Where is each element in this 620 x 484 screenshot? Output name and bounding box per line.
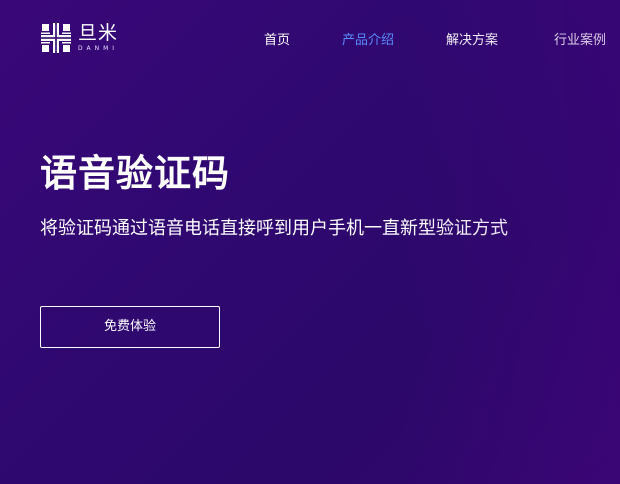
site-header: 旦米 DANMI 首页 产品介绍 解决方案 行业案例 <box>0 0 620 78</box>
free-trial-button[interactable]: 免费体验 <box>40 306 220 348</box>
hero-subtitle: 将验证码通过语音电话直接呼到用户手机一直新型验证方式 <box>40 218 508 239</box>
nav-item-cases[interactable]: 行业案例 <box>554 32 606 50</box>
nav-item-products[interactable]: 产品介绍 <box>342 32 394 50</box>
nav-item-solutions[interactable]: 解决方案 <box>446 32 498 50</box>
hero-title: 语音验证码 <box>40 152 230 195</box>
page: 旦米 DANMI 首页 产品介绍 解决方案 行业案例 语音验证码 将验证码通过语… <box>0 0 620 484</box>
main-nav: 首页 产品介绍 解决方案 行业案例 <box>0 32 620 50</box>
nav-item-home[interactable]: 首页 <box>264 32 290 50</box>
